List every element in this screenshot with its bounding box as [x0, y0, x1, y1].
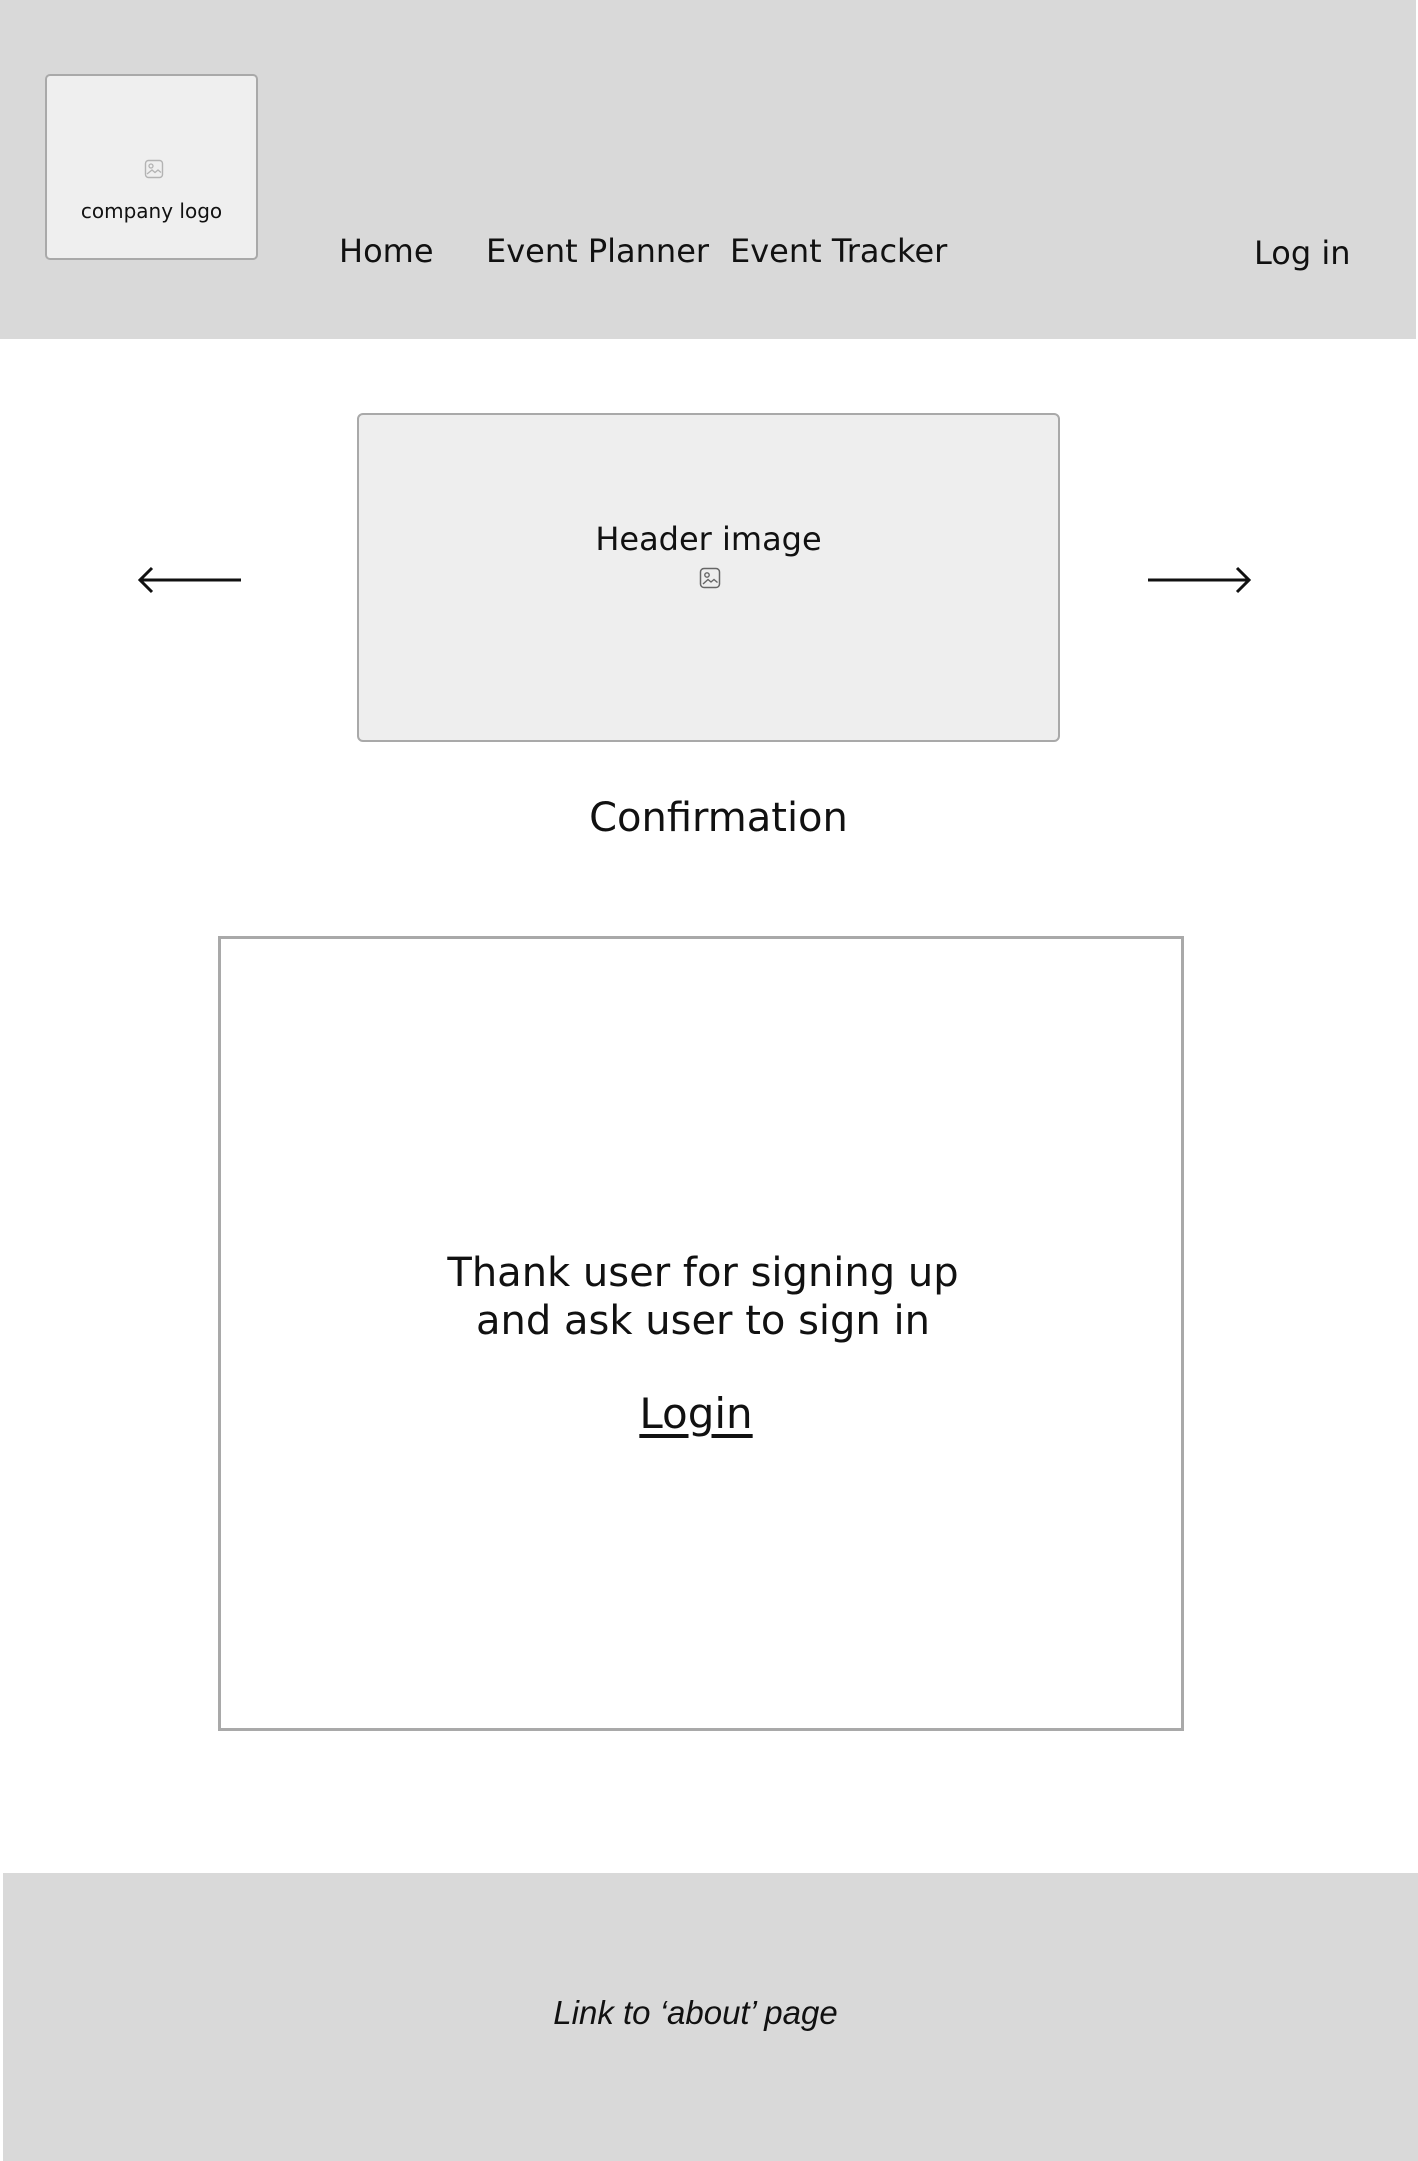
about-page-link[interactable]: Link to ‘about’ page: [3, 1993, 1388, 2033]
confirmation-panel: Thank user for signing up and ask user t…: [218, 936, 1184, 1731]
top-header: company logo Home Event Planner Event Tr…: [0, 0, 1416, 339]
arrow-right-icon[interactable]: [1146, 565, 1252, 595]
company-logo-label: company logo: [80, 199, 223, 223]
nav-event-tracker[interactable]: Event Tracker: [730, 231, 947, 271]
nav-home[interactable]: Home: [339, 231, 434, 271]
login-link[interactable]: Login: [221, 1389, 1171, 1439]
header-image-label: Header image: [595, 520, 822, 558]
confirmation-message: Thank user for signing up and ask user t…: [221, 1249, 1185, 1345]
header-image-placeholder: Header image: [357, 413, 1060, 742]
company-logo[interactable]: company logo: [45, 74, 258, 260]
login-nav-link[interactable]: Log in: [1254, 233, 1351, 273]
image-placeholder-icon: [144, 159, 164, 179]
footer: Link to ‘about’ page: [3, 1873, 1418, 2161]
message-line-1: Thank user for signing up: [447, 1250, 959, 1296]
arrow-left-icon[interactable]: [137, 565, 243, 595]
image-placeholder-icon: [699, 567, 721, 589]
page-title: Confirmation: [589, 795, 848, 841]
nav-event-planner[interactable]: Event Planner: [486, 231, 709, 271]
message-line-2: and ask user to sign in: [476, 1298, 930, 1344]
